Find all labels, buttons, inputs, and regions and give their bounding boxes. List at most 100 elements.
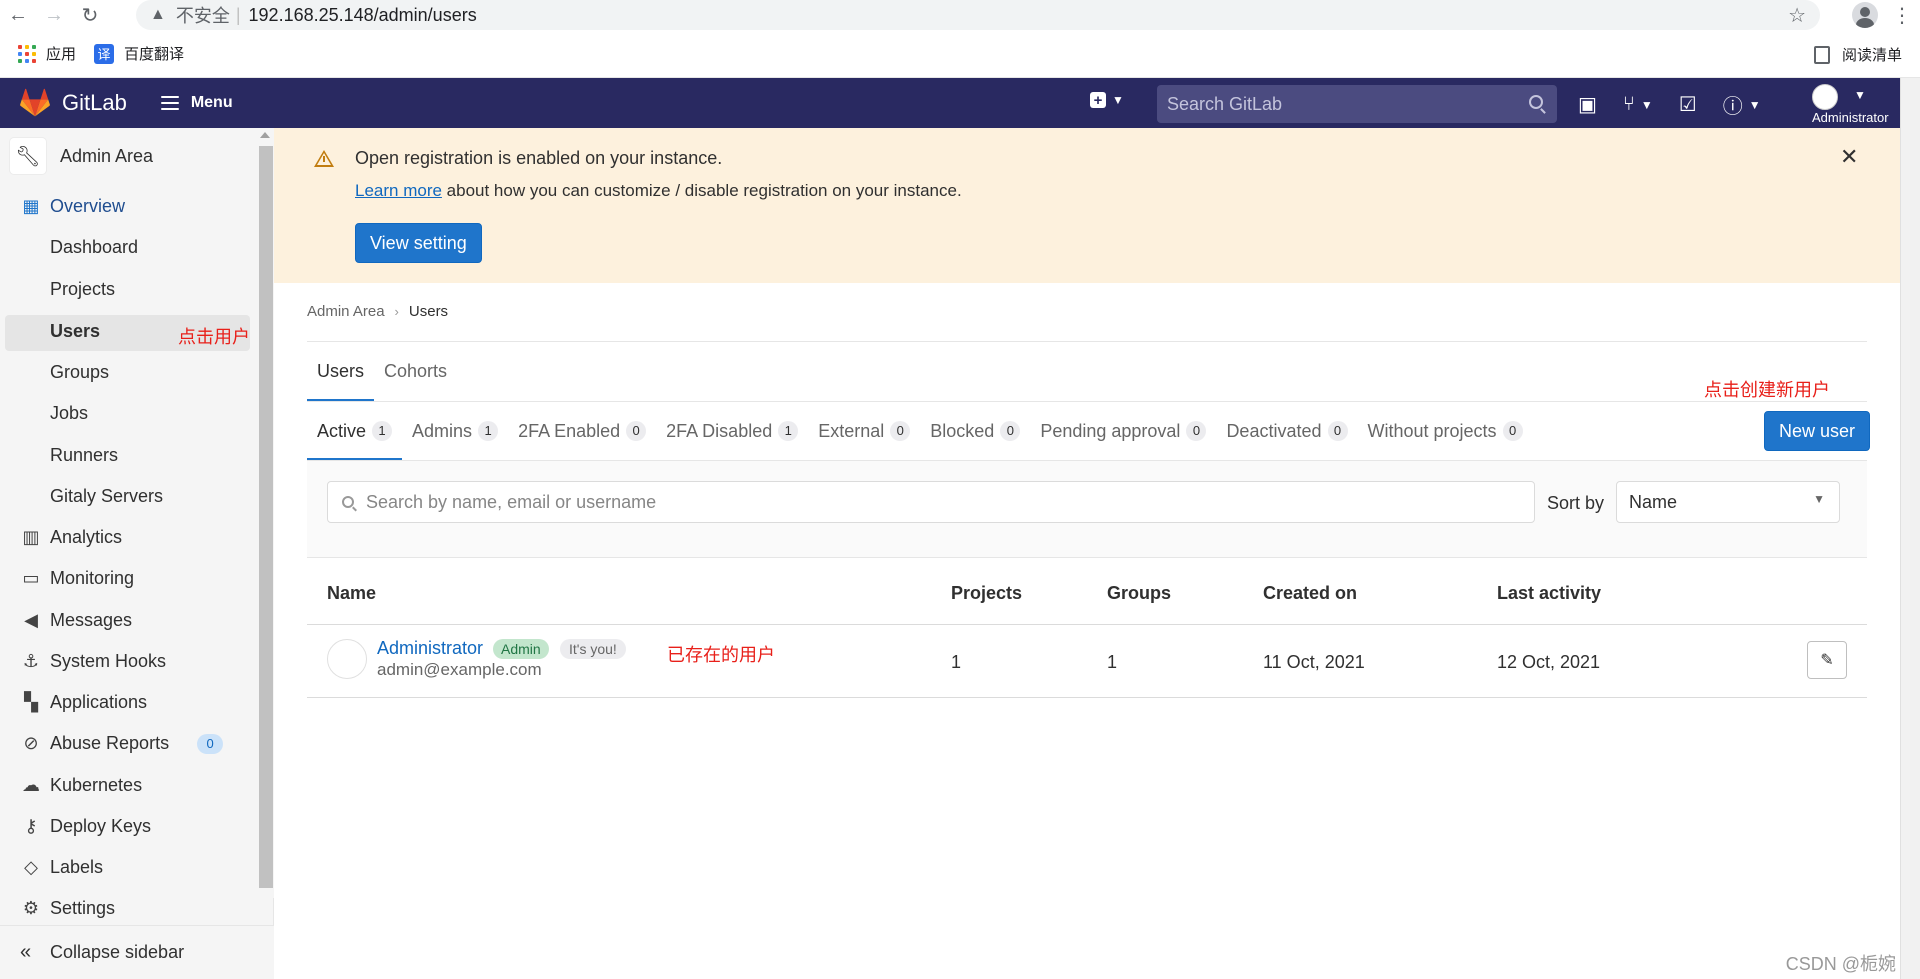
profile-icon[interactable] [1852,2,1878,28]
close-icon[interactable]: ✕ [1840,144,1858,170]
tab-cohorts[interactable]: Cohorts [374,342,457,401]
sidebar-subitem-jobs[interactable]: Jobs [50,403,88,424]
forward-icon[interactable]: → [36,0,72,30]
back-icon[interactable]: ← [0,0,36,30]
hamburger-icon [160,96,179,110]
sidebar-scroll-thumb[interactable] [259,146,273,888]
user-email: admin@example.com [377,660,542,679]
tab-count-badge: 0 [890,421,911,441]
breadcrumb-users[interactable]: Users [409,303,448,320]
column-header-created-on: Created on [1263,583,1358,603]
bookmark-apps[interactable]: 应用 [18,43,76,64]
new-dropdown[interactable]: + ▼ [1090,92,1124,109]
sidebar-item-label: System Hooks [50,651,167,671]
bookmark-baidu-fanyi[interactable]: 译 百度翻译 [94,43,184,64]
sidebar-item-labels[interactable]: ◇ Labels [20,857,103,878]
sort-select[interactable]: Name ▼ [1616,481,1840,523]
tab-2fa-disabled[interactable]: 2FA Disabled 1 [656,402,808,460]
search-icon [1529,95,1543,109]
learn-more-link[interactable]: Learn more [355,181,442,200]
tab-admins[interactable]: Admins 1 [402,402,508,460]
tab-external[interactable]: External 0 [808,402,920,460]
user-filter-tabs: Active 1 Admins 1 2FA Enabled 0 2FA Disable… [307,402,1533,460]
sidebar-scrollbar[interactable] [257,128,274,898]
page-scrollbar[interactable] [1900,78,1920,979]
tab-blocked[interactable]: Blocked 0 [920,402,1030,460]
sidebar-item-applications[interactable]: ▚ Applications [20,692,147,713]
sidebar-item-system-hooks[interactable]: ⚓ System Hooks [20,651,166,672]
sidebar-item-kubernetes[interactable]: ☁ Kubernetes [20,775,142,796]
tab-count-badge: 1 [778,421,799,441]
tab-without-projects[interactable]: Without projects 0 [1358,402,1533,460]
browser-menu-icon[interactable]: ⋮ [1892,3,1912,28]
sidebar-subitem-dashboard[interactable]: Dashboard [50,237,138,258]
sidebar-subitem-runners[interactable]: Runners [50,445,118,466]
search-icon [342,496,354,508]
filter-panel: Search by name, email or username Sort b… [307,461,1867,558]
gitlab-brand[interactable]: GitLab [62,90,127,116]
bookmark-star-icon[interactable]: ☆ [1788,3,1806,28]
edit-user-button[interactable]: ✎ [1807,641,1847,679]
user-name-link[interactable]: Administrator [377,638,483,659]
sidebar-subitem-groups[interactable]: Groups [50,362,109,383]
apps-grid-dot [25,58,29,63]
sidebar-header[interactable]: 🔧︎ Admin Area [10,138,153,174]
scroll-up-arrow-icon[interactable] [260,132,270,138]
collapse-sidebar-button[interactable]: « Collapse sidebar [0,925,274,979]
sidebar-item-label: Messages [50,610,133,630]
tab-2fa-enabled[interactable]: 2FA Enabled 0 [508,402,656,460]
reading-list[interactable]: 阅读清单 [1813,44,1902,65]
sidebar-item-overview[interactable]: ▦ Overview [20,196,125,217]
divider [307,341,1867,342]
sidebar-subitem-users[interactable]: Users [50,321,100,342]
tab-pending-approval[interactable]: Pending approval 0 [1030,402,1216,460]
user-groups-count: 1 [1107,652,1118,672]
sidebar-item-deploy-keys[interactable]: ⚷ Deploy Keys [20,816,151,837]
sidebar-item-messages[interactable]: ◀ Messages [20,610,132,631]
issues-icon[interactable]: ▣ [1578,92,1597,117]
reading-list-label: 阅读清单 [1841,47,1902,64]
insecure-label: 不安全 [175,6,230,26]
sidebar-item-analytics[interactable]: ▥ Analytics [20,527,122,548]
merge-requests-icon[interactable]: ⑂ ▼ [1623,93,1653,116]
admin-badge: Admin [493,639,549,659]
alert-body-text: about how you can customize / disable re… [441,181,962,200]
new-user-button[interactable]: New user [1764,411,1871,451]
user-search-input[interactable]: Search by name, email or username [327,481,1535,523]
gitlab-search-input[interactable]: Search GitLab [1157,85,1557,123]
user-menu[interactable]: ▼ Administrator [1812,84,1900,128]
avatar[interactable] [327,639,367,679]
tab-deactivated[interactable]: Deactivated 0 [1216,402,1357,460]
user-menu-label: Administrator [1812,110,1889,125]
breadcrumb-admin-area[interactable]: Admin Area [307,303,385,320]
view-setting-button[interactable]: View setting [355,223,482,263]
chevron-down-icon: ▼ [1813,492,1825,506]
sidebar-subitem-projects[interactable]: Projects [50,279,115,300]
sidebar-subitem-gitaly-servers[interactable]: Gitaly Servers [50,486,163,507]
tab-count-badge: 0 [1327,421,1348,441]
sidebar-item-abuse-reports[interactable]: ⊘ Abuse Reports 0 [20,733,224,754]
tab-label: Without projects [1367,420,1497,441]
apps-grid-icon [18,44,36,63]
sidebar-item-monitoring[interactable]: ▭ Monitoring [20,568,134,589]
address-bar[interactable]: ▲ 不安全 | 192.168.25.148/admin/users ☆ [136,0,1820,30]
users-table-header: Name Projects Groups Created on Last act… [307,559,1867,625]
gitlab-logo-icon[interactable] [20,88,50,118]
apps-grid-dot [32,51,36,56]
gitlab-search-placeholder: Search GitLab [1167,93,1283,114]
tab-users[interactable]: Users [307,342,375,401]
tab-count-badge: 0 [1502,421,1523,441]
help-icon[interactable]: ⓘ ▼ [1723,90,1761,119]
tab-active[interactable]: Active 1 [307,402,403,460]
reload-icon[interactable]: ↻ [72,0,108,30]
wrench-icon: 🔧︎ [10,138,46,174]
annotation-existing-user: 已存在的用户 [667,645,775,665]
collapse-sidebar-label: Collapse sidebar [50,942,185,962]
registration-alert: Open registration is enabled on your ins… [274,128,1900,283]
todos-icon[interactable]: ☑ [1679,92,1697,117]
menu-button[interactable]: Menu [160,94,233,112]
fanyi-icon: 译 [94,43,115,64]
sidebar-item-settings[interactable]: ⚙ Settings [20,898,115,919]
alert-body: Learn more about how you can customize /… [355,181,962,201]
sidebar-item-label: Applications [50,692,148,712]
